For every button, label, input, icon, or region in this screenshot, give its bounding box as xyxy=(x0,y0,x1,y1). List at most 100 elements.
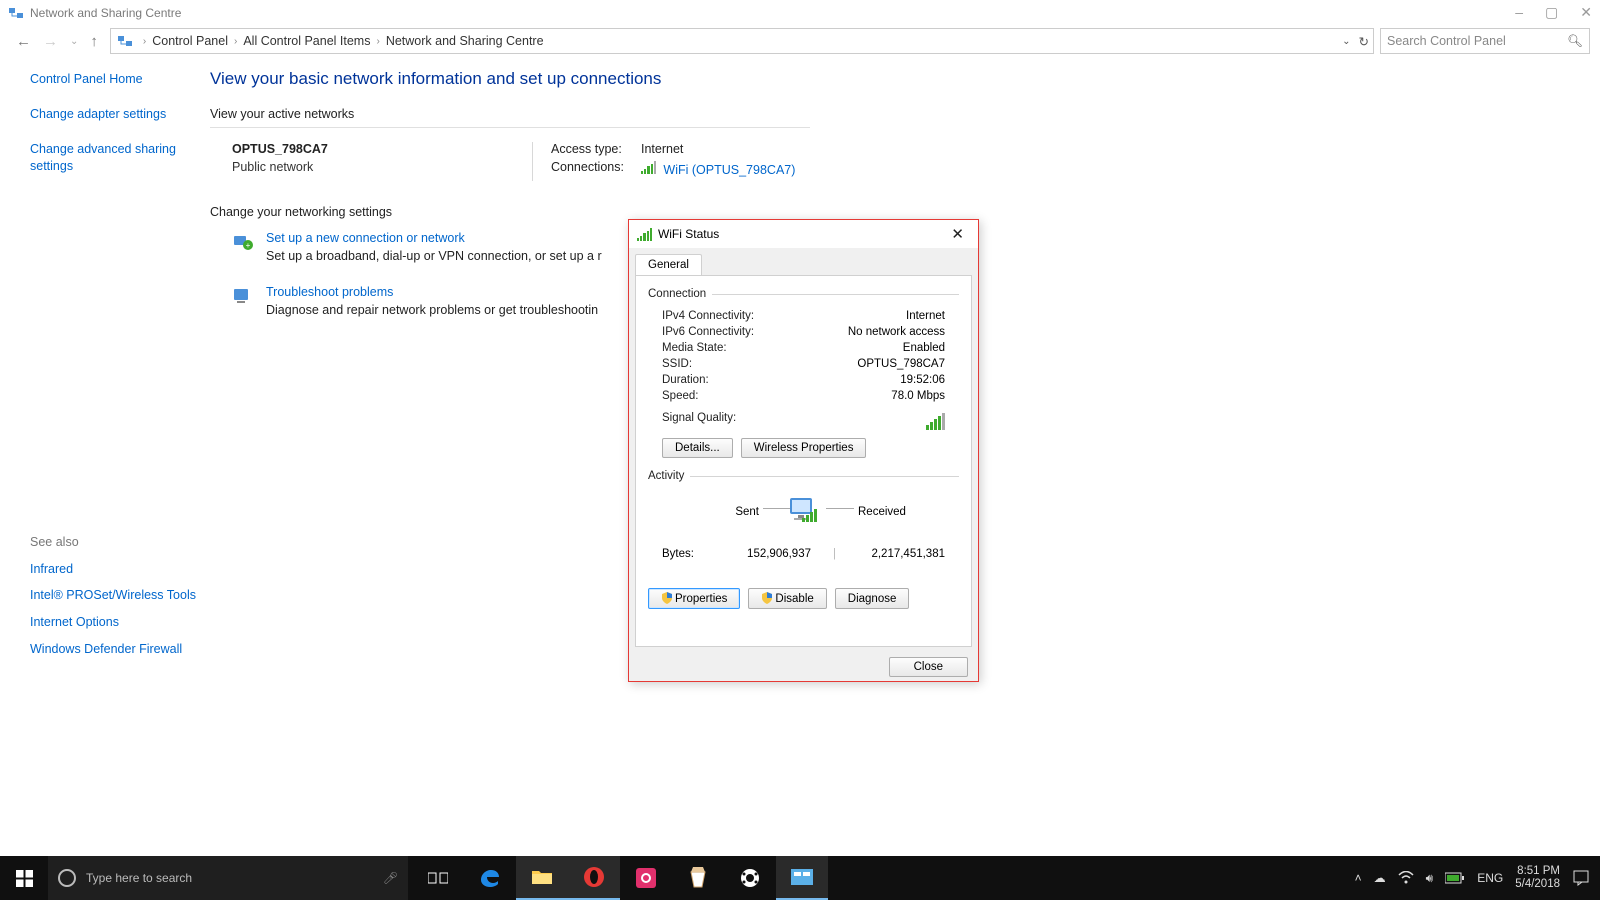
setup-connection-link[interactable]: Set up a new connection or network xyxy=(266,231,465,245)
explorer-toolbar: ← → ⌄ ↑ › Control Panel › All Control Pa… xyxy=(0,25,1600,57)
shield-icon xyxy=(661,592,673,604)
bytes-received-value: 2,217,451,381 xyxy=(836,548,945,560)
dash-icon xyxy=(826,508,854,509)
search-icon: 🔍︎ xyxy=(1567,34,1583,49)
sent-label: Sent xyxy=(735,506,759,518)
taskbar-search[interactable]: Type here to search 🎤︎ xyxy=(48,856,408,900)
access-type-value: Internet xyxy=(641,142,683,156)
see-also-link[interactable]: Intel® PROSet/Wireless Tools xyxy=(30,587,210,604)
app-icon[interactable] xyxy=(672,856,724,900)
troubleshoot-desc: Diagnose and repair network problems or … xyxy=(266,303,598,317)
ssid-label: SSID: xyxy=(662,358,692,370)
duration-label: Duration: xyxy=(662,374,709,386)
see-also-link[interactable]: Internet Options xyxy=(30,614,210,631)
troubleshoot-link[interactable]: Troubleshoot problems xyxy=(266,285,393,299)
window-close-button[interactable]: ✕ xyxy=(1580,4,1592,21)
onedrive-icon[interactable]: ☁ xyxy=(1374,871,1386,885)
dialog-close-button[interactable]: ✕ xyxy=(945,225,970,243)
chevron-down-icon[interactable]: ⌄ xyxy=(1342,36,1350,47)
window-minimize-button[interactable]: – xyxy=(1515,4,1523,21)
connections-label: Connections: xyxy=(551,160,641,177)
computer-icon xyxy=(784,494,824,534)
search-placeholder: Search Control Panel xyxy=(1387,34,1506,48)
app-icon[interactable] xyxy=(724,856,776,900)
opera-icon[interactable] xyxy=(568,856,620,900)
app-icon[interactable] xyxy=(620,856,672,900)
troubleshoot-icon xyxy=(232,285,254,307)
ssid-value: OPTUS_798CA7 xyxy=(857,358,945,370)
diagnose-button[interactable]: Diagnose xyxy=(835,588,910,609)
chevron-right-icon: › xyxy=(143,36,146,47)
tab-general[interactable]: General xyxy=(635,254,702,275)
breadcrumb-item[interactable]: All Control Panel Items xyxy=(243,34,370,48)
access-type-label: Access type: xyxy=(551,142,641,156)
settings-app-icon[interactable] xyxy=(776,856,828,900)
media-state-label: Media State: xyxy=(662,342,727,354)
svg-text:+: + xyxy=(246,241,251,250)
sidebar-link-advanced[interactable]: Change advanced sharing settings xyxy=(30,141,180,175)
page-heading: View your basic network information and … xyxy=(210,69,1600,89)
sidebar: Control Panel Home Change adapter settin… xyxy=(0,57,210,817)
window-title: Network and Sharing Centre xyxy=(30,6,181,20)
volume-icon[interactable]: 🔊︎ xyxy=(1426,871,1434,886)
connection-link[interactable]: WiFi (OPTUS_798CA7) xyxy=(663,163,795,177)
search-input[interactable]: Search Control Panel 🔍︎ xyxy=(1380,28,1590,54)
dialog-title: WiFi Status xyxy=(658,227,719,241)
speed-value: 78.0 Mbps xyxy=(891,390,945,402)
bytes-label: Bytes: xyxy=(662,548,724,560)
file-explorer-icon[interactable] xyxy=(516,856,568,900)
breadcrumb-item[interactable]: Network and Sharing Centre xyxy=(386,34,544,48)
action-center-icon[interactable] xyxy=(1572,869,1590,887)
section-active-networks: View your active networks xyxy=(210,107,810,128)
address-bar[interactable]: › Control Panel › All Control Panel Item… xyxy=(110,28,1374,54)
tray-chevron-icon[interactable]: ˄ xyxy=(1355,871,1362,885)
details-button[interactable]: Details... xyxy=(662,438,733,458)
group-activity: Activity xyxy=(648,470,690,482)
signal-bars-icon xyxy=(641,160,656,174)
sidebar-link-adapter[interactable]: Change adapter settings xyxy=(30,106,210,123)
ipv6-value: No network access xyxy=(848,326,945,338)
signal-bars-icon xyxy=(926,412,945,430)
wifi-status-dialog: WiFi Status ✕ General Connection IPv4 Co… xyxy=(628,219,979,682)
network-center-icon xyxy=(117,33,133,49)
microphone-icon[interactable]: 🎤︎ xyxy=(383,871,398,885)
clock-time: 8:51 PM xyxy=(1515,865,1560,878)
network-type: Public network xyxy=(232,160,532,174)
nav-up-button[interactable]: ↑ xyxy=(90,33,98,50)
setup-connection-desc: Set up a broadband, dial-up or VPN conne… xyxy=(266,249,602,263)
clock-date: 5/4/2018 xyxy=(1515,878,1560,891)
shield-icon xyxy=(761,592,773,604)
window-titlebar: Network and Sharing Centre – ▢ ✕ xyxy=(0,0,1600,25)
see-also-link[interactable]: Windows Defender Firewall xyxy=(30,641,210,658)
signal-bars-icon xyxy=(637,227,652,241)
cortana-icon xyxy=(58,869,76,887)
chevron-right-icon: › xyxy=(376,36,379,47)
start-button[interactable] xyxy=(0,856,48,900)
see-also-link[interactable]: Infrared xyxy=(30,561,210,578)
wireless-properties-button[interactable]: Wireless Properties xyxy=(741,438,867,458)
ipv4-label: IPv4 Connectivity: xyxy=(662,310,754,322)
close-button[interactable]: Close xyxy=(889,657,968,677)
taskbar-search-placeholder: Type here to search xyxy=(86,871,192,885)
task-view-button[interactable] xyxy=(412,856,464,900)
battery-icon[interactable] xyxy=(1445,872,1465,884)
properties-button[interactable]: Properties xyxy=(648,588,740,609)
window-maximize-button[interactable]: ▢ xyxy=(1545,4,1558,21)
language-indicator[interactable]: ENG xyxy=(1477,871,1503,885)
duration-value: 19:52:06 xyxy=(900,374,945,386)
disable-button[interactable]: Disable xyxy=(748,588,826,609)
breadcrumb-item[interactable]: Control Panel xyxy=(152,34,228,48)
wifi-icon[interactable] xyxy=(1398,871,1414,885)
nav-back-button[interactable]: ← xyxy=(16,33,31,50)
refresh-button[interactable]: ↻ xyxy=(1359,34,1369,49)
taskbar: Type here to search 🎤︎ ˄ ☁ 🔊︎ ENG 8:51 P… xyxy=(0,856,1600,900)
ipv6-label: IPv6 Connectivity: xyxy=(662,326,754,338)
group-connection: Connection xyxy=(648,288,712,300)
network-name: OPTUS_798CA7 xyxy=(232,142,532,156)
sidebar-link-home[interactable]: Control Panel Home xyxy=(30,71,210,88)
nav-forward-button[interactable]: → xyxy=(43,33,58,50)
signal-quality-label: Signal Quality: xyxy=(662,412,736,430)
taskbar-clock[interactable]: 8:51 PM 5/4/2018 xyxy=(1515,865,1560,891)
edge-icon[interactable] xyxy=(464,856,516,900)
nav-recent-button[interactable]: ⌄ xyxy=(70,36,78,47)
